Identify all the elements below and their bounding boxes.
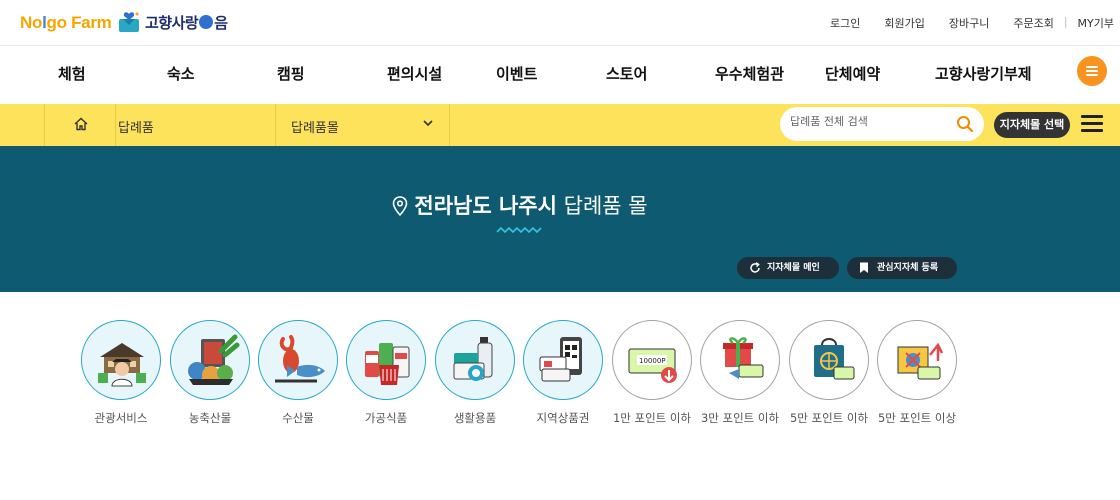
refresh-icon — [750, 262, 760, 273]
category-voucher[interactable]: 지역상품권 — [523, 320, 603, 426]
tourism-icon — [81, 320, 161, 400]
category-household[interactable]: 생활용품 — [435, 320, 515, 426]
nav-item-best-experience[interactable]: 우수체험관 — [715, 63, 784, 84]
hamburger-menu-icon[interactable] — [1081, 115, 1103, 133]
cart-link[interactable]: 장바구니 — [949, 15, 989, 31]
mall-select-value: 답례품몰 — [291, 121, 339, 136]
nav-item-hometown-donation[interactable]: 고향사랑기부제 — [935, 63, 1032, 84]
category-tourism[interactable]: 관광서비스 — [81, 320, 161, 426]
home-icon — [74, 117, 88, 131]
nolgo-farm-logo[interactable]: Nolgo Farm — [20, 13, 112, 33]
my-donation-link[interactable]: MY기부 — [1078, 15, 1114, 31]
search-box — [780, 107, 984, 141]
nav-item-camping[interactable]: 캠핑 — [277, 63, 305, 84]
category-seafood[interactable]: 수산물 — [258, 320, 338, 426]
gift-30k-icon — [700, 320, 780, 400]
region-mall-main-button[interactable]: 지자체몰 메인 — [737, 257, 839, 279]
breadcrumb: 답례품 — [116, 104, 276, 146]
nav-item-lodging[interactable]: 숙소 — [167, 63, 195, 84]
agriculture-icon — [170, 320, 250, 400]
hero-title: 전라남도 나주시 답례품 몰 — [0, 190, 1040, 220]
main-nav: 체험 숙소 캠핑 편의시설 이벤트 스토어 우수체험관 단체예약 고향사랑기부제 — [0, 46, 1120, 104]
category-points-over-50k[interactable]: 5만 포인트 이상 — [877, 320, 957, 426]
search-icon[interactable] — [956, 115, 974, 133]
nav-item-events[interactable]: 이벤트 — [496, 63, 537, 84]
all-menu-button[interactable] — [1077, 56, 1107, 86]
divider: | — [1063, 15, 1068, 28]
gohyang-sarang-logo[interactable]: 고향사랑 음 — [118, 11, 228, 33]
household-icon — [435, 320, 515, 400]
select-region-button[interactable]: 지자체몰 선택 — [994, 112, 1070, 138]
nav-item-group-booking[interactable]: 단체예약 — [825, 63, 880, 84]
nav-item-store[interactable]: 스토어 — [606, 63, 647, 84]
nav-item-facilities[interactable]: 편의시설 — [387, 63, 442, 84]
nav-item-experience[interactable]: 체험 — [58, 63, 86, 84]
location-pin-icon — [393, 196, 408, 217]
points-10k-icon: 10000P — [612, 320, 692, 400]
wave-decoration — [496, 226, 542, 234]
category-points-under-10k[interactable]: 10000P 1만 포인트 이하 — [612, 320, 692, 426]
favorite-region-button[interactable]: 관심지자체 등록 — [847, 257, 957, 279]
category-points-under-30k[interactable]: 3만 포인트 이하 — [700, 320, 780, 426]
home-button[interactable] — [44, 104, 116, 146]
signup-link[interactable]: 회원가입 — [884, 15, 924, 31]
gohyang-logo-text: 고향사랑 음 — [145, 13, 228, 32]
chevron-down-icon — [423, 120, 433, 127]
hero-mall-label: 답례품 몰 — [563, 194, 648, 218]
voucher-icon — [523, 320, 603, 400]
giftbox-50k-plus-icon — [877, 320, 957, 400]
top-bar: Nolgo Farm 고향사랑 음 로그인 회원가입 장바구니 주문조회 | MY… — [0, 0, 1120, 46]
search-input[interactable] — [790, 115, 950, 128]
svg-text:10000P: 10000P — [639, 357, 666, 365]
region-hero: 전라남도 나주시 답례품 몰 지자체몰 메인 관심지자체 등록 — [0, 146, 1120, 292]
processed-food-icon — [346, 320, 426, 400]
category-points-under-50k[interactable]: 5만 포인트 이하 — [789, 320, 869, 426]
utility-links: 로그인 회원가입 장바구니 주문조회 | MY기부 — [806, 15, 1114, 31]
category-processed-food[interactable]: 가공식품 — [346, 320, 426, 426]
heart-box-icon — [119, 12, 139, 32]
seafood-icon — [258, 320, 338, 400]
mall-select[interactable]: 답례품몰 — [276, 104, 450, 146]
login-link[interactable]: 로그인 — [830, 15, 860, 31]
bookmark-icon — [860, 262, 868, 273]
order-lookup-link[interactable]: 주문조회 — [1013, 15, 1053, 31]
category-agriculture[interactable]: 농축산물 — [170, 320, 250, 426]
hero-region: 전라남도 나주시 — [414, 194, 557, 218]
bag-50k-icon — [789, 320, 869, 400]
